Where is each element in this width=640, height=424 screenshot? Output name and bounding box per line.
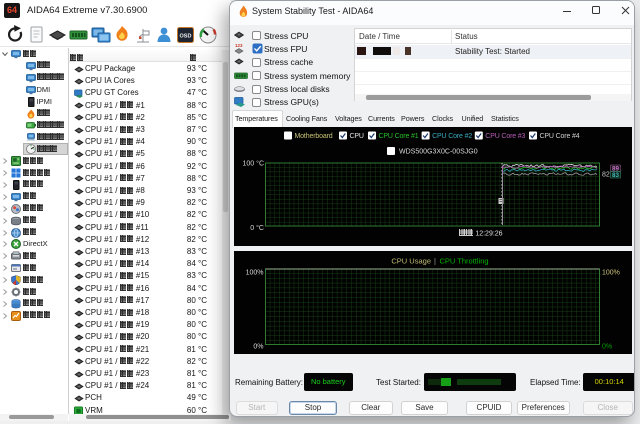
svg-text:CPU Usage: CPU Usage — [391, 257, 431, 266]
svg-text:100%: 100% — [602, 270, 620, 277]
svg-text:CPU Core #4: CPU Core #4 — [540, 133, 580, 140]
svg-text:|: | — [434, 257, 436, 266]
svg-text:0%: 0% — [253, 344, 263, 351]
svg-text:82: 82 — [602, 172, 610, 179]
svg-text:0%: 0% — [602, 344, 612, 351]
svg-text:CPU Throttling: CPU Throttling — [440, 257, 489, 266]
svg-text:100%: 100% — [246, 270, 264, 277]
svg-text:0 °C: 0 °C — [250, 224, 264, 232]
svg-text:CPU Core #2: CPU Core #2 — [432, 133, 472, 140]
svg-text:OSD: OSD — [180, 34, 192, 40]
svg-text:CPU Core #3: CPU Core #3 — [485, 133, 525, 140]
svg-text:83: 83 — [612, 172, 620, 179]
svg-text:CPU: CPU — [350, 133, 364, 140]
svg-text:CPU Core #1: CPU Core #1 — [379, 133, 419, 140]
svg-text:Motherboard: Motherboard — [295, 133, 333, 140]
svg-text:123: 123 — [235, 43, 243, 48]
svg-text:100 °C: 100 °C — [243, 160, 264, 168]
svg-text:WDS500G3X0C-00SJG0: WDS500G3X0C-00SJG0 — [399, 149, 478, 156]
